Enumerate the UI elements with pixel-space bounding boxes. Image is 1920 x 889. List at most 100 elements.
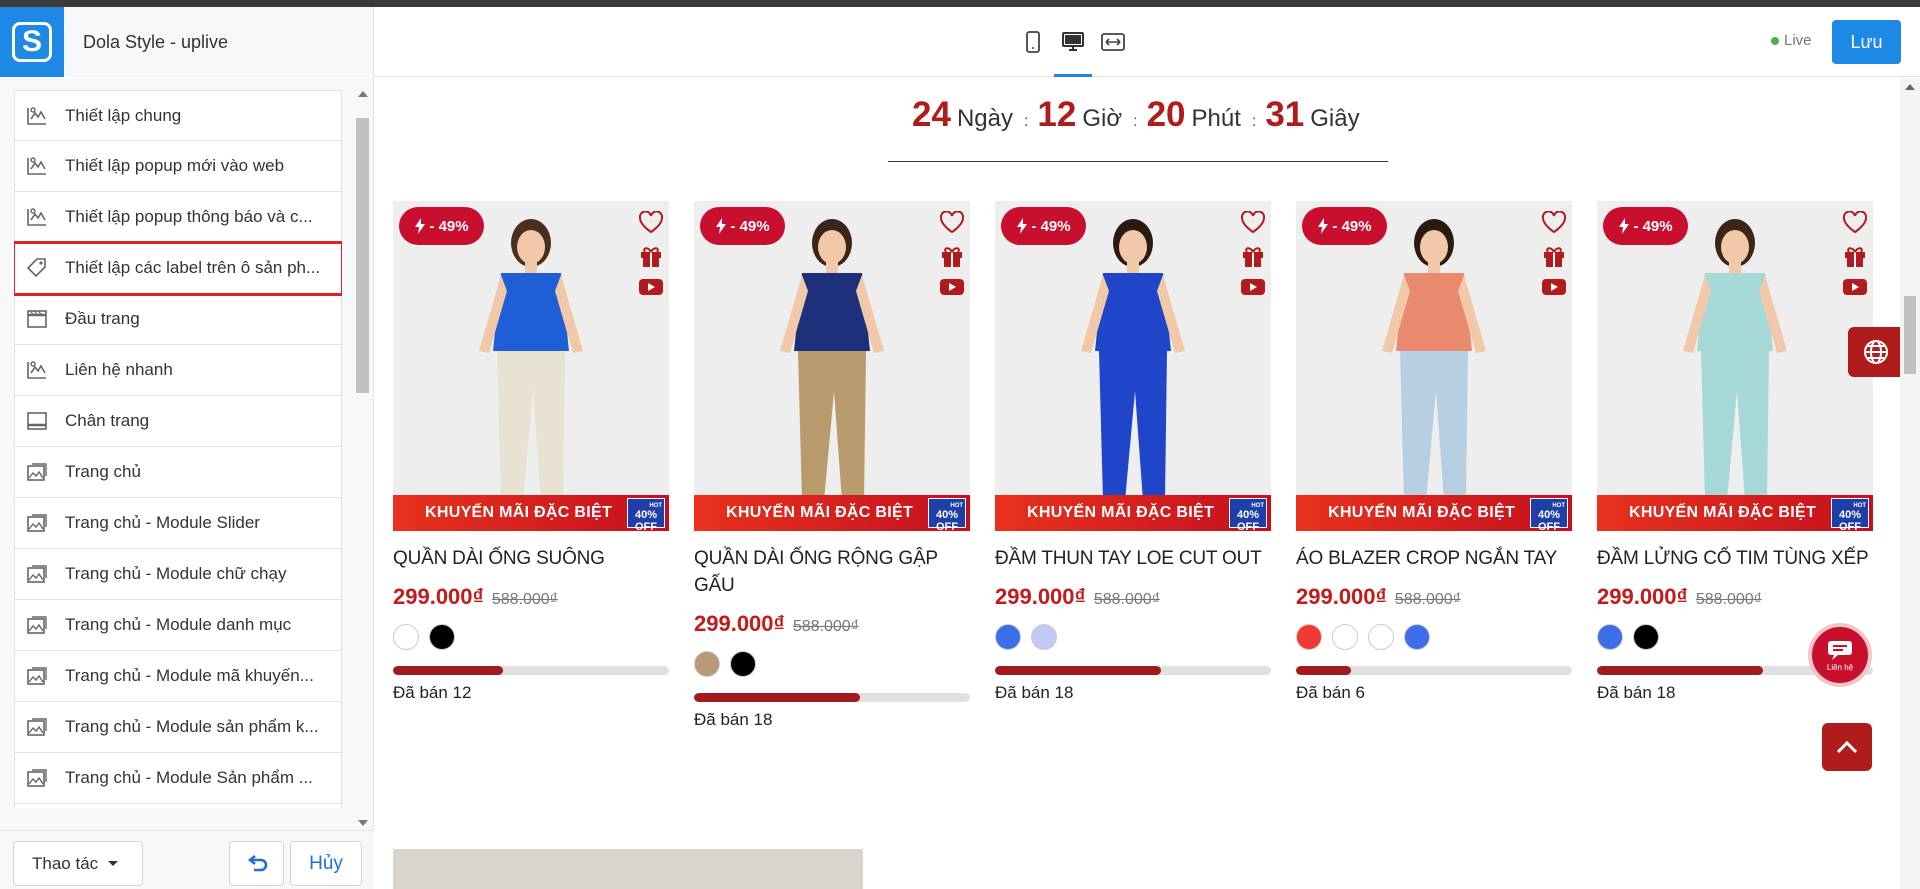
actions-dropdown[interactable]: Thao tác [13, 841, 143, 886]
model-photo [393, 201, 669, 531]
sidebar-item[interactable]: Trang chủ - Module danh mục [14, 600, 342, 651]
scroll-down-arrow-icon[interactable] [358, 820, 368, 826]
sidebar-item[interactable]: Trang chủ - Module chữ chạy [14, 549, 342, 600]
model-photo [694, 201, 970, 531]
color-swatch[interactable] [1332, 624, 1358, 650]
heart-icon[interactable] [1842, 211, 1868, 235]
color-swatch[interactable] [1404, 624, 1430, 650]
sidebar-item-label: Trang chủ - Module danh mục [65, 615, 292, 634]
heart-icon[interactable] [1240, 211, 1266, 235]
language-button[interactable] [1848, 327, 1904, 377]
scroll-thumb[interactable] [356, 118, 369, 393]
countdown-hours: 12 [1037, 95, 1077, 134]
scroll-track[interactable] [355, 100, 370, 814]
color-swatch[interactable] [1633, 624, 1659, 650]
color-swatch[interactable] [995, 624, 1021, 650]
live-dot-icon [1771, 36, 1779, 45]
color-swatch[interactable] [1597, 624, 1623, 650]
sidebar-item[interactable]: Đầu trang [14, 294, 342, 345]
lightning-icon [1017, 218, 1028, 234]
product-image[interactable]: - 49% KHUYẾN MÃI ĐẶC BIỆT HOT 40% OFF [694, 201, 970, 531]
youtube-icon[interactable] [939, 277, 965, 297]
mobile-view-button[interactable] [1020, 29, 1046, 55]
youtube-icon[interactable] [1240, 277, 1266, 297]
youtube-icon[interactable] [1842, 277, 1868, 297]
sidebar-item[interactable]: Thiết lập popup thông báo và c... [14, 192, 342, 243]
heart-icon[interactable] [1541, 211, 1567, 235]
gift-icon[interactable] [638, 243, 664, 269]
sidebar-item[interactable]: Trang chủ - Module Slider [14, 498, 342, 549]
mobile-icon [1026, 31, 1040, 53]
product-card[interactable]: - 49% KHUYẾN MÃI ĐẶC BIỆT HOT 40% OFF QUẦN DÀ… [393, 201, 669, 730]
product-name[interactable]: QUẦN DÀI ỐNG RỘNG GẬP GẤU [694, 545, 970, 599]
sold-progress-bar [694, 693, 970, 702]
heart-icon[interactable] [939, 211, 965, 235]
back-to-top-button[interactable] [1822, 723, 1872, 771]
undo-button[interactable] [229, 841, 284, 886]
countdown-separator: : [1251, 113, 1257, 130]
youtube-icon[interactable] [1541, 277, 1567, 297]
sidebar-item[interactable]: Trang chủ - Module mã khuyến... [14, 651, 342, 702]
product-card[interactable]: - 49% KHUYẾN MÃI ĐẶC BIỆT HOT 40% OFF ĐẦM THU… [995, 201, 1271, 730]
product-image[interactable]: - 49% KHUYẾN MÃI ĐẶC BIỆT HOT 40% OFF [995, 201, 1271, 531]
gift-icon[interactable] [1541, 243, 1567, 269]
color-swatch[interactable] [429, 624, 455, 650]
settings-brush-icon [25, 154, 49, 178]
sidebar-item-label: Thiết lập popup thông báo và c... [65, 207, 313, 226]
youtube-icon[interactable] [638, 277, 664, 297]
sidebar-item[interactable]: Thiết lập các label trên ô sản ph... [14, 241, 342, 296]
color-swatch[interactable] [730, 651, 756, 677]
sidebar-item[interactable]: Liên hệ nhanh [14, 345, 342, 396]
sidebar-item[interactable]: Trang chủ - Module Sản phẩm ... [14, 753, 342, 804]
contact-chat-button[interactable]: Liên hệ [1808, 623, 1872, 687]
product-old-price: 588.000₫ [491, 591, 558, 608]
product-name[interactable]: QUẦN DÀI ỐNG SUÔNG [393, 545, 669, 572]
product-image[interactable]: - 49% KHUYẾN MÃI ĐẶC BIỆT HOT 40% OFF [393, 201, 669, 531]
sidebar-item[interactable]: Chân trang [14, 396, 342, 447]
product-image[interactable]: - 49% KHUYẾN MÃI ĐẶC BIỆT HOT 40% OFF [1597, 201, 1873, 531]
app-logo[interactable]: S [0, 7, 64, 77]
product-name[interactable]: ÁO BLAZER CROP NGẮN TAY [1296, 545, 1572, 572]
scroll-up-arrow-icon[interactable] [358, 91, 368, 97]
color-swatch[interactable] [1296, 624, 1322, 650]
product-action-icons [1541, 211, 1567, 297]
cancel-button[interactable]: Hủy [290, 841, 362, 886]
sold-progress-fill [694, 693, 860, 702]
countdown-hours-unit: Giờ [1082, 105, 1123, 132]
chat-label: Liên hệ [1826, 662, 1854, 672]
product-name[interactable]: ĐẦM LỬNG CỔ TIM TÙNG XẾP [1597, 545, 1873, 572]
save-button[interactable]: Lưu [1832, 20, 1901, 64]
sidebar-item[interactable]: Trang chủ - Module sản phẩm k... [14, 702, 342, 753]
discount-badge: - 49% [1603, 207, 1688, 245]
product-card[interactable]: - 49% KHUYẾN MÃI ĐẶC BIỆT HOT 40% OFF ÁO BLAZ… [1296, 201, 1572, 730]
gift-icon[interactable] [939, 243, 965, 269]
fullwidth-view-button[interactable] [1100, 29, 1126, 55]
preview-scrollbar[interactable] [1900, 78, 1920, 889]
color-swatch[interactable] [393, 624, 419, 650]
sidebar-item[interactable]: Trang chủ [14, 447, 342, 498]
desktop-view-button[interactable] [1054, 29, 1092, 77]
discount-label: - 49% [1332, 217, 1372, 235]
product-name[interactable]: ĐẦM THUN TAY LOE CUT OUT [995, 545, 1271, 572]
sidebar-scrollbar[interactable] [355, 86, 370, 829]
gift-icon[interactable] [1842, 243, 1868, 269]
promo-percent-badge: HOT 40% OFF [1831, 498, 1869, 531]
promo-percent-badge: HOT 40% OFF [627, 498, 665, 531]
color-swatch[interactable] [1031, 624, 1057, 650]
countdown-separator: : [1023, 113, 1029, 130]
sidebar-item-label: Trang chủ [65, 462, 141, 481]
sidebar-item[interactable]: Thiết lập chung [14, 90, 342, 141]
product-image[interactable]: - 49% KHUYẾN MÃI ĐẶC BIỆT HOT 40% OFF [1296, 201, 1572, 531]
promo-percent-badge: HOT 40% OFF [1229, 498, 1267, 531]
color-swatch[interactable] [694, 651, 720, 677]
preview-scroll-thumb[interactable] [1904, 296, 1916, 374]
heart-icon[interactable] [638, 211, 664, 235]
gift-icon[interactable] [1240, 243, 1266, 269]
sidebar-item-label: Chân trang [65, 411, 150, 430]
color-swatch[interactable] [1368, 624, 1394, 650]
promo-off-text: OFF [936, 521, 958, 531]
sidebar-item[interactable]: Thiết lập popup mới vào web [14, 141, 342, 192]
sidebar-item[interactable]: Trang chủ - Module Sản phẩm ... [14, 804, 342, 808]
scroll-up-arrow-icon[interactable] [1905, 84, 1915, 90]
product-card[interactable]: - 49% KHUYẾN MÃI ĐẶC BIỆT HOT 40% OFF QUẦN DÀ… [694, 201, 970, 730]
